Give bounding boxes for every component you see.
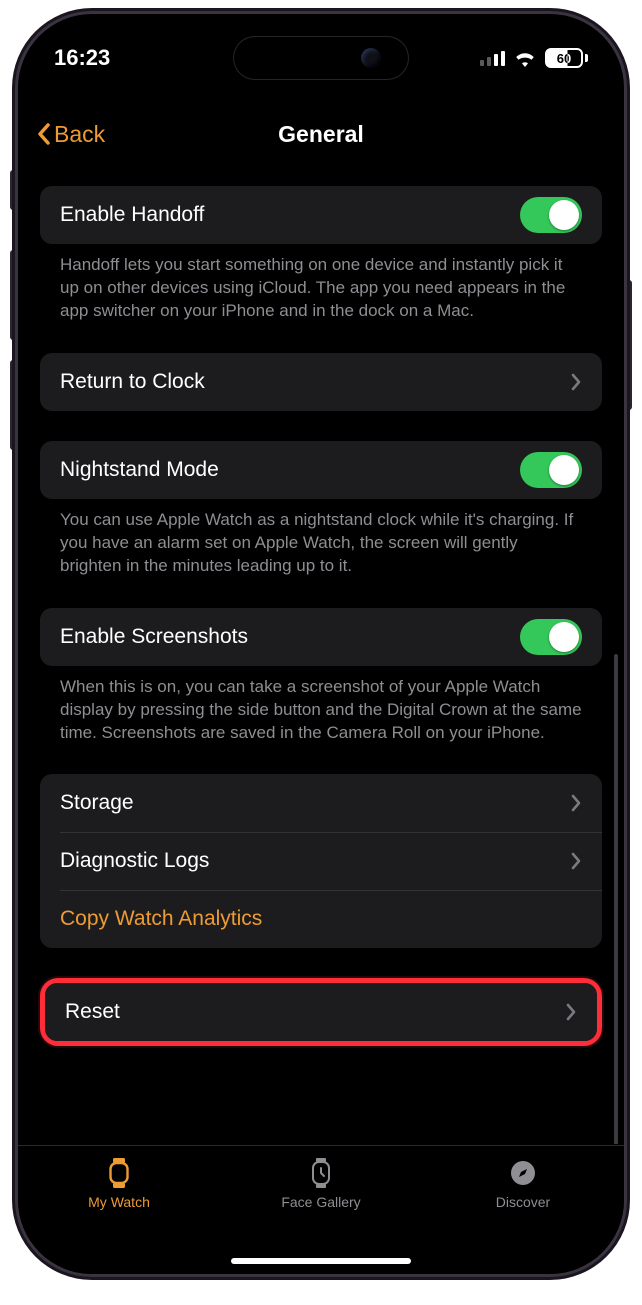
tab-discover-label: Discover: [496, 1194, 550, 1210]
home-indicator[interactable]: [231, 1258, 411, 1264]
enable-screenshots-toggle[interactable]: [520, 619, 582, 655]
watch-face-icon: [307, 1156, 335, 1190]
volume-down-button: [10, 360, 16, 450]
power-button: [626, 280, 632, 410]
back-label: Back: [54, 121, 105, 148]
cellular-signal-icon: [480, 50, 505, 66]
tab-face-gallery-label: Face Gallery: [281, 1194, 360, 1210]
enable-screenshots-label: Enable Screenshots: [60, 625, 520, 649]
tab-face-gallery[interactable]: Face Gallery: [220, 1156, 422, 1274]
chevron-right-icon: [570, 373, 582, 391]
enable-handoff-label: Enable Handoff: [60, 203, 520, 227]
status-bar: 16:23 60: [18, 14, 624, 84]
tab-my-watch[interactable]: My Watch: [18, 1156, 220, 1274]
storage-label: Storage: [60, 791, 570, 815]
scroll-indicator: [614, 654, 618, 1144]
back-button[interactable]: Back: [36, 121, 105, 148]
chevron-right-icon: [570, 852, 582, 870]
nightstand-mode-toggle[interactable]: [520, 452, 582, 488]
return-to-clock-label: Return to Clock: [60, 370, 570, 394]
settings-content: Enable Handoff Handoff lets you start so…: [18, 174, 624, 1144]
reset-highlight: Reset: [40, 978, 602, 1046]
diagnostic-logs-row[interactable]: Diagnostic Logs: [40, 832, 602, 890]
tab-my-watch-label: My Watch: [88, 1194, 150, 1210]
page-title: General: [278, 121, 364, 148]
tab-discover[interactable]: Discover: [422, 1156, 624, 1274]
status-time: 16:23: [54, 45, 110, 71]
enable-handoff-row[interactable]: Enable Handoff: [40, 186, 602, 244]
copy-watch-analytics-row[interactable]: Copy Watch Analytics: [40, 890, 602, 948]
battery-level: 60: [557, 51, 571, 66]
reset-label: Reset: [65, 1000, 565, 1024]
nightstand-mode-label: Nightstand Mode: [60, 458, 520, 482]
chevron-right-icon: [565, 1003, 577, 1021]
volume-up-button: [10, 250, 16, 340]
diagnostic-logs-label: Diagnostic Logs: [60, 849, 570, 873]
nightstand-mode-description: You can use Apple Watch as a nightstand …: [40, 499, 602, 578]
enable-handoff-description: Handoff lets you start something on one …: [40, 244, 602, 323]
enable-screenshots-description: When this is on, you can take a screensh…: [40, 666, 602, 745]
chevron-left-icon: [36, 122, 52, 146]
nav-bar: Back General: [18, 106, 624, 162]
return-to-clock-row[interactable]: Return to Clock: [40, 353, 602, 411]
tab-bar: My Watch Face Gallery: [18, 1145, 624, 1274]
reset-row[interactable]: Reset: [45, 983, 597, 1041]
copy-watch-analytics-label: Copy Watch Analytics: [60, 907, 582, 931]
wifi-icon: [513, 49, 537, 67]
enable-handoff-toggle[interactable]: [520, 197, 582, 233]
nightstand-mode-row[interactable]: Nightstand Mode: [40, 441, 602, 499]
watch-icon: [105, 1156, 133, 1190]
compass-icon: [508, 1156, 538, 1190]
mute-switch: [10, 170, 16, 210]
chevron-right-icon: [570, 794, 582, 812]
battery-indicator: 60: [545, 48, 588, 68]
storage-row[interactable]: Storage: [40, 774, 602, 832]
phone-frame: 16:23 60 Back General: [18, 14, 624, 1274]
enable-screenshots-row[interactable]: Enable Screenshots: [40, 608, 602, 666]
